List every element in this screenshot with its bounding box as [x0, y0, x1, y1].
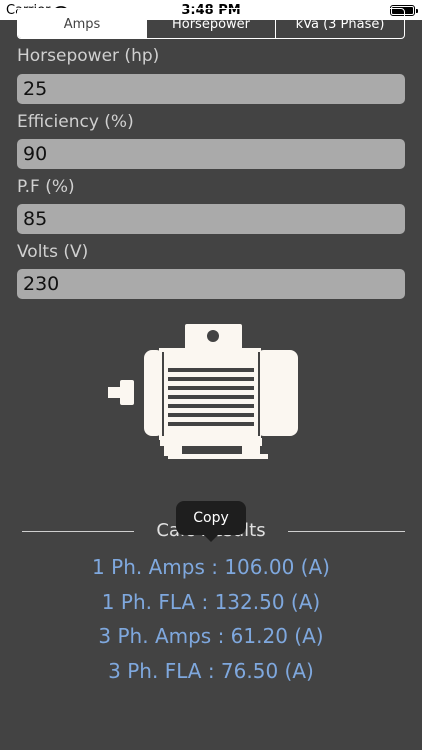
horsepower-label: Horsepower (hp): [17, 46, 160, 66]
horsepower-input[interactable]: 25: [17, 74, 405, 104]
result-1ph-fla[interactable]: 1 Ph. FLA : 132.50 (A): [0, 590, 422, 614]
efficiency-input[interactable]: 90: [17, 139, 405, 169]
pf-input[interactable]: 85: [17, 204, 405, 234]
volts-label: Volts (V): [17, 242, 89, 262]
tab-horsepower[interactable]: Horsepower: [146, 9, 275, 38]
copy-label: Copy: [193, 510, 229, 526]
pf-label: P.F (%): [17, 177, 75, 197]
electric-motor-icon: [108, 324, 298, 459]
result-3ph-fla[interactable]: 3 Ph. FLA : 76.50 (A): [0, 659, 422, 683]
copy-tooltip[interactable]: Copy: [176, 501, 246, 542]
result-3ph-amps[interactable]: 3 Ph. Amps : 61.20 (A): [0, 624, 422, 648]
result-1ph-amps[interactable]: 1 Ph. Amps : 106.00 (A): [0, 555, 422, 579]
efficiency-label: Efficiency (%): [17, 112, 134, 132]
tab-amps[interactable]: Amps: [18, 9, 146, 38]
tab-kva-3-phase[interactable]: kVa (3 Phase): [275, 9, 404, 38]
volts-input[interactable]: 230: [17, 269, 405, 299]
calc-mode-segmented-control: Amps Horsepower kVa (3 Phase): [17, 8, 405, 39]
